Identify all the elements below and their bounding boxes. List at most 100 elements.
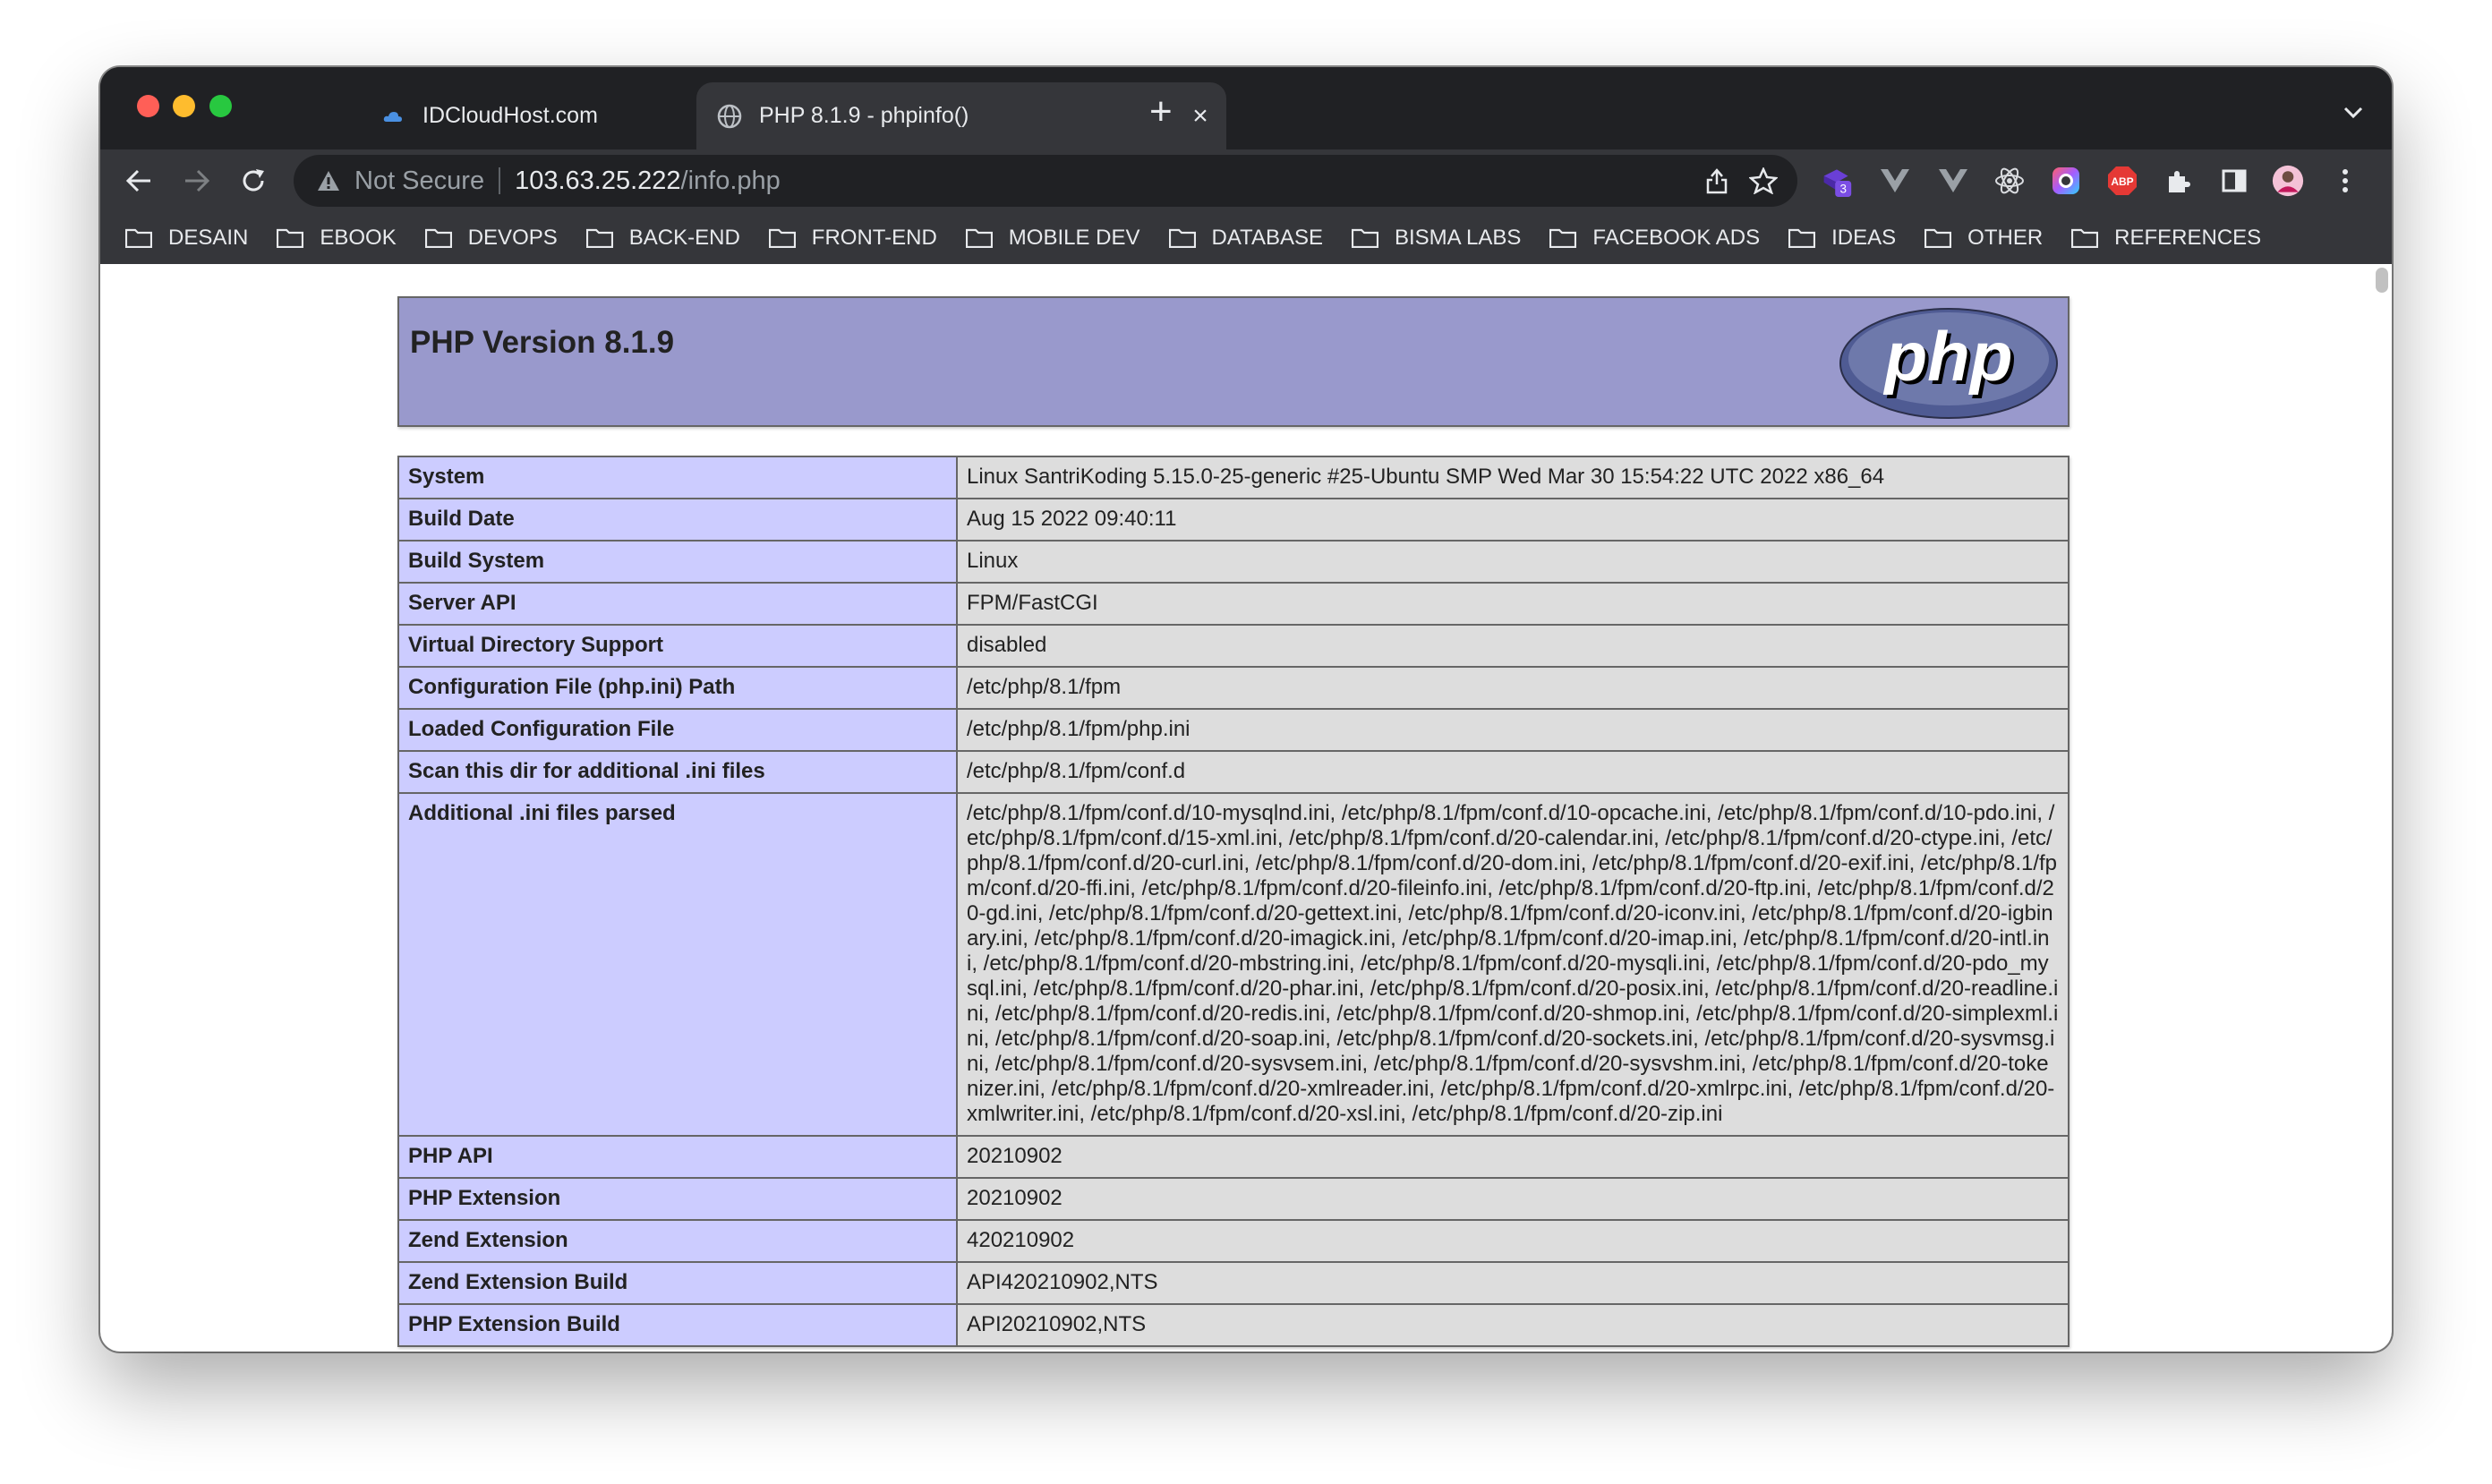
address-bar[interactable]: Not Secure 103.63.25.222 /info.php xyxy=(294,155,1797,207)
vue-devtools-icon[interactable] xyxy=(1879,165,1911,197)
phpinfo-container: PHP Version 8.1.9 php php System Linux Sa… xyxy=(397,296,2070,1347)
bookmark-folder[interactable]: IDEAS xyxy=(1788,226,1896,251)
minimize-window-button[interactable] xyxy=(173,95,195,117)
color-picker-icon[interactable] xyxy=(2050,165,2082,197)
row-value: /etc/php/8.1/fpm/conf.d/10-mysqlnd.ini, … xyxy=(956,792,2070,1137)
row-value: API420210902,NTS xyxy=(956,1261,2070,1305)
side-panel-icon[interactable] xyxy=(2218,165,2250,197)
vue-devtools-icon[interactable] xyxy=(1937,165,1969,197)
table-row: PHP API 20210902 xyxy=(397,1135,2070,1179)
toolbar: Not Secure 103.63.25.222 /info.php 3 ABP xyxy=(100,149,2392,212)
scrollbar-thumb[interactable] xyxy=(2376,268,2388,293)
bookmark-label: BACK-END xyxy=(628,226,740,250)
row-value: /etc/php/8.1/fpm xyxy=(956,666,2070,710)
bookmark-label: IDEAS xyxy=(1831,226,1897,250)
maximize-window-button[interactable] xyxy=(209,95,232,117)
chevron-down-icon[interactable] xyxy=(2343,101,2363,124)
table-row: Scan this dir for additional .ini files /… xyxy=(397,750,2070,794)
address-separator xyxy=(499,167,501,194)
row-key: Configuration File (php.ini) Path xyxy=(397,666,958,710)
warning-icon[interactable] xyxy=(315,167,342,194)
cloud-icon xyxy=(380,103,406,130)
bookmark-folder[interactable]: BACK-END xyxy=(585,226,740,251)
adblock-plus-icon[interactable]: ABP xyxy=(2106,165,2138,197)
url-host: 103.63.25.222 xyxy=(515,166,681,195)
row-key: Virtual Directory Support xyxy=(397,624,958,668)
row-key: PHP API xyxy=(397,1135,958,1179)
row-key: System xyxy=(397,456,958,499)
tab-title: PHP 8.1.9 - phpinfo() xyxy=(759,103,969,128)
bookmark-folder[interactable]: DESAIN xyxy=(125,226,248,251)
bookmark-folder[interactable]: FACEBOOK ADS xyxy=(1549,226,1760,251)
bookmark-label: DATABASE xyxy=(1211,226,1323,250)
bookmark-folder[interactable]: MOBILE DEV xyxy=(965,226,1140,251)
bookmark-label: BISMA LABS xyxy=(1394,226,1522,250)
bookmark-folder[interactable]: FRONT-END xyxy=(768,226,937,251)
security-label[interactable]: Not Secure xyxy=(354,166,484,196)
extension-badge: 3 xyxy=(1839,183,1847,196)
url-path: /info.php xyxy=(680,166,781,195)
row-key: Zend Extension Build xyxy=(397,1261,958,1305)
row-key: Build Date xyxy=(397,498,958,542)
forward-arrow-icon[interactable] xyxy=(176,160,218,201)
back-arrow-icon[interactable] xyxy=(118,160,159,201)
globe-icon xyxy=(716,103,743,130)
php-logo[interactable]: php php xyxy=(1839,307,2059,424)
profile-avatar[interactable] xyxy=(2272,165,2304,197)
bookmark-folder[interactable]: EBOOK xyxy=(277,226,397,251)
phpinfo-header: PHP Version 8.1.9 php php xyxy=(397,296,2070,427)
bookmark-label: REFERENCES xyxy=(2114,226,2262,250)
star-icon[interactable] xyxy=(1747,165,1779,197)
bookmark-label: FRONT-END xyxy=(811,226,937,250)
react-devtools-icon[interactable] xyxy=(1993,165,2026,197)
bookmark-label: MOBILE DEV xyxy=(1008,226,1140,250)
folder-icon xyxy=(2071,228,2099,248)
table-row: Additional .ini files parsed/etc/php/8.1… xyxy=(397,792,2070,1137)
row-value: Linux xyxy=(956,540,2070,584)
svg-text:ABP: ABP xyxy=(2111,175,2133,188)
folder-icon xyxy=(1924,228,1952,248)
page-title: PHP Version 8.1.9 xyxy=(410,325,675,360)
row-value: 420210902 xyxy=(956,1219,2070,1263)
folder-icon xyxy=(768,228,796,248)
table-row: Build System Linux xyxy=(397,540,2070,584)
bookmark-folder[interactable]: REFERENCES xyxy=(2071,226,2261,251)
folder-icon xyxy=(424,228,452,248)
tab-phpinfo[interactable]: PHP 8.1.9 - phpinfo() × xyxy=(696,82,1226,149)
plus-icon[interactable]: + xyxy=(1149,92,1173,132)
row-value: API20210902,NTS xyxy=(956,1303,2070,1347)
extension-purple-icon[interactable]: 3 xyxy=(1821,165,1853,197)
kebab-menu-icon[interactable] xyxy=(2329,165,2361,197)
bookmark-folder[interactable]: OTHER xyxy=(1924,226,2043,251)
table-row: System Linux SantriKoding 5.15.0-25-gener… xyxy=(397,456,2070,499)
table-row: Server API FPM/FastCGI xyxy=(397,582,2070,626)
bookmarks-bar: DESAIN EBOOK DEVOPS BACK-END FRONT-END M… xyxy=(100,212,2392,264)
row-key: Zend Extension xyxy=(397,1219,958,1263)
table-row: Loaded Configuration File/etc/php/8.1/fp… xyxy=(397,708,2070,752)
extensions-icon[interactable] xyxy=(2163,165,2195,197)
folder-icon xyxy=(1549,228,1577,248)
folder-icon xyxy=(1168,228,1196,248)
folder-icon xyxy=(965,228,993,248)
bookmark-folder[interactable]: DEVOPS xyxy=(424,226,558,251)
bookmark-folder[interactable]: BISMA LABS xyxy=(1351,226,1522,251)
bookmark-label: DESAIN xyxy=(168,226,249,250)
row-value: 20210902 xyxy=(956,1177,2070,1221)
bookmark-label: EBOOK xyxy=(320,226,397,250)
page-content[interactable]: PHP Version 8.1.9 php php System Linux Sa… xyxy=(100,264,2392,1352)
row-key: Additional .ini files parsed xyxy=(397,792,958,1137)
table-row: Build Date Aug 15 2022 09:40:11 xyxy=(397,498,2070,542)
folder-icon xyxy=(125,228,152,248)
bookmark-label: DEVOPS xyxy=(467,226,558,250)
bookmark-folder[interactable]: DATABASE xyxy=(1168,226,1323,251)
folder-icon xyxy=(277,228,304,248)
close-icon[interactable]: × xyxy=(1187,101,1214,132)
tab-strip: IDCloudHost.com × PHP 8.1.9 - phpinfo() … xyxy=(100,67,2392,149)
row-key: PHP Extension xyxy=(397,1177,958,1221)
table-row: Zend Extension Build API420210902,NTS xyxy=(397,1261,2070,1305)
php-logo-text: php xyxy=(1883,317,2013,396)
close-window-button[interactable] xyxy=(137,95,159,117)
reload-icon[interactable] xyxy=(233,160,274,201)
share-icon[interactable] xyxy=(1701,165,1733,197)
row-key: Scan this dir for additional .ini files xyxy=(397,750,958,794)
